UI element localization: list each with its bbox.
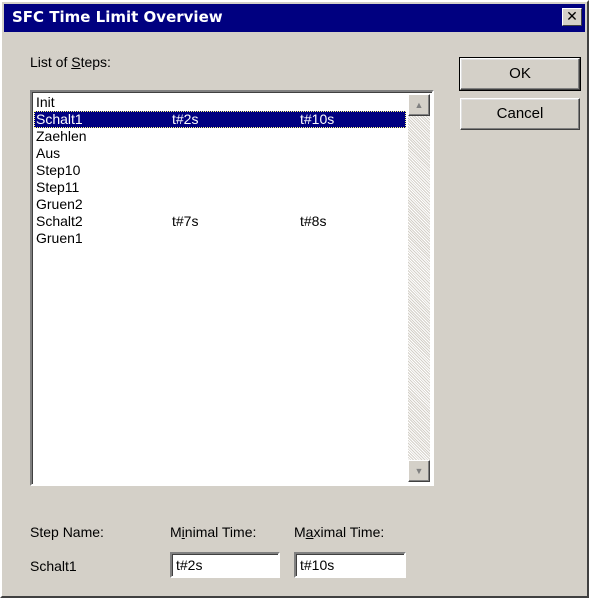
step-name-cell: Zaehlen xyxy=(36,128,87,144)
cancel-button[interactable]: Cancel xyxy=(460,98,580,130)
step-name-cell: Schalt1 xyxy=(36,111,83,127)
minimal-time-input[interactable] xyxy=(170,552,280,578)
list-item[interactable]: Aus xyxy=(34,145,406,162)
step-name-cell: Step11 xyxy=(36,179,80,195)
ok-button[interactable]: OK xyxy=(459,57,581,91)
step-name-label: Step Name: xyxy=(30,524,104,540)
step-name-cell: Init xyxy=(36,94,55,110)
list-item[interactable]: Schalt2 t#7s t#8s xyxy=(34,213,406,230)
list-item[interactable]: Init xyxy=(34,94,406,111)
vertical-scrollbar[interactable]: ▲ ▼ xyxy=(408,94,430,482)
steps-listbox[interactable]: Init Schalt1 t#2s t#10s Zaehlen Aus Step10 Step… xyxy=(30,90,434,486)
step-name-cell: Step10 xyxy=(36,162,81,178)
dialog-title: SFC Time Limit Overview xyxy=(12,8,223,26)
scroll-up-button[interactable]: ▲ xyxy=(408,94,430,116)
title-bar[interactable]: SFC Time Limit Overview ✕ xyxy=(4,4,585,32)
close-icon: ✕ xyxy=(566,9,578,25)
maximal-time-input[interactable] xyxy=(294,552,406,578)
scroll-down-button[interactable]: ▼ xyxy=(408,460,430,482)
max-time-cell: t#8s xyxy=(300,213,327,229)
steps-list: Init Schalt1 t#2s t#10s Zaehlen Aus Step10 Step… xyxy=(34,94,406,247)
step-name-cell: Gruen2 xyxy=(36,196,83,212)
sfc-time-limit-dialog: SFC Time Limit Overview ✕ List of Steps:… xyxy=(0,0,589,598)
list-item[interactable]: Step10 xyxy=(34,162,406,179)
min-time-cell: t#2s xyxy=(172,111,199,127)
scroll-down-arrow-icon: ▼ xyxy=(414,466,424,476)
list-item[interactable]: Gruen2 xyxy=(34,196,406,213)
close-button[interactable]: ✕ xyxy=(562,8,582,26)
scroll-up-arrow-icon: ▲ xyxy=(414,100,424,110)
minimal-time-label: Minimal Time: xyxy=(170,524,257,540)
step-name-value: Schalt1 xyxy=(30,558,77,574)
max-time-cell: t#10s xyxy=(300,111,335,127)
list-of-steps-label: List of Steps: xyxy=(30,54,111,70)
maximal-time-label: Maximal Time: xyxy=(294,524,385,540)
step-name-cell: Aus xyxy=(36,145,61,161)
step-name-cell: Gruen1 xyxy=(36,230,83,246)
step-name-cell: Schalt2 xyxy=(36,213,83,229)
min-time-cell: t#7s xyxy=(172,213,199,229)
list-item[interactable]: Schalt1 t#2s t#10s xyxy=(34,111,406,128)
list-item[interactable]: Gruen1 xyxy=(34,230,406,247)
list-item[interactable]: Step11 xyxy=(34,179,406,196)
list-item[interactable]: Zaehlen xyxy=(34,128,406,145)
